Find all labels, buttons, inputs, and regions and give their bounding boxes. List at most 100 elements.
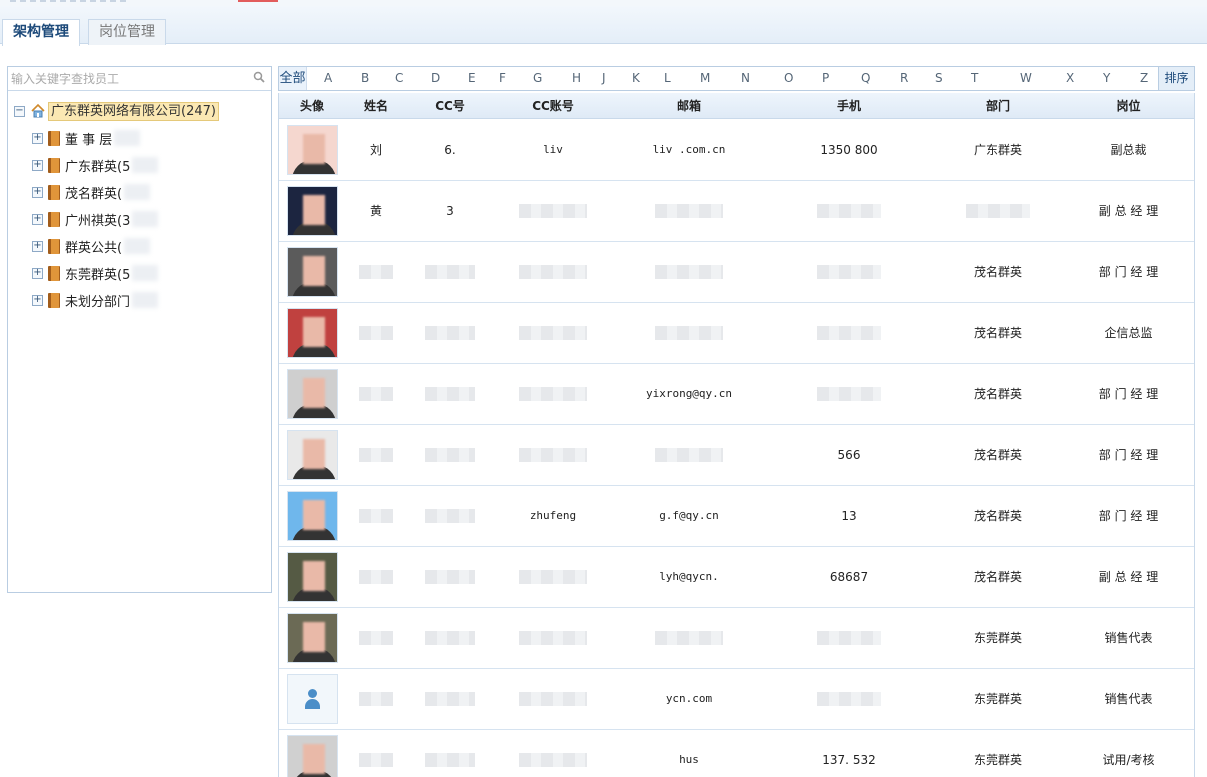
letter-m[interactable]: M [700,71,710,85]
cc-account-cell [493,181,613,241]
col-avatar[interactable]: 头像 [279,93,345,119]
search-input[interactable] [11,70,247,88]
letter-c[interactable]: C [395,71,403,85]
letter-g[interactable]: G [533,71,542,85]
table-row[interactable]: 东莞群英 销售代表 [279,608,1194,669]
phone-cell: 566 [837,448,861,462]
phone-cell: 68687 [829,570,869,584]
sort-button[interactable]: 排序 [1158,67,1194,90]
letter-x[interactable]: X [1066,71,1074,85]
letter-r[interactable]: R [900,71,908,85]
expand-icon[interactable]: + [32,186,43,198]
letter-o[interactable]: O [784,71,793,85]
letter-p[interactable]: P [822,71,829,85]
col-name[interactable]: 姓名 [345,93,407,119]
letter-t[interactable]: T [971,71,978,85]
avatar [287,369,338,419]
table-row[interactable]: ycn.com 东莞群英 销售代表 [279,669,1194,730]
letter-k[interactable]: K [632,71,640,85]
col-position[interactable]: 岗位 [1063,93,1194,119]
tree-item-dongguan[interactable]: + 东莞群英(5 [32,263,159,283]
tree-item-guangzhou[interactable]: + 广州祺英(3 [32,209,159,229]
collapse-icon[interactable]: − [14,105,25,117]
letter-s[interactable]: S [935,71,943,85]
expand-icon[interactable]: + [32,132,43,144]
filter-all[interactable]: 全部 [279,67,307,90]
tree-item-unassigned[interactable]: + 未划分部门 [32,290,159,310]
col-cc-account[interactable]: CC账号 [493,93,613,119]
alphabet-filter-bar: 全部 A B C D E F G H J K L M N O P Q R S T W X Y Z 排序 [278,66,1195,91]
tree-item-label[interactable]: 董 事 层 [65,129,112,148]
letter-d[interactable]: D [431,71,440,85]
tree-item-label[interactable]: 广州祺英(3 [65,210,130,229]
employee-table: 头像 姓名 CC号 CC账号 邮箱 手机 部门 岗位 刘 6. liv liv .co… [278,93,1195,777]
tab-structure-management[interactable]: 架构管理 [2,19,80,46]
department-cell: 茂名群英 [973,265,1022,279]
email-cell [613,608,765,668]
cc-account-cell [493,364,613,424]
tree-item-public[interactable]: + 群英公共( [32,236,151,256]
table-row[interactable]: lyh@qycn. 68687 茂名群英 副 总 经 理 [279,547,1194,608]
cc-number-cell [407,425,493,485]
redaction [132,211,159,227]
letter-l[interactable]: L [664,71,671,85]
letter-w[interactable]: W [1020,71,1032,85]
table-row[interactable]: 刘 6. liv liv .com.cn 1350 800 广东群英 副总裁 [279,120,1194,181]
tree-item-board[interactable]: + 董 事 层 [32,128,141,148]
tree-root[interactable]: − 广东群英网络有限公司(247) [14,101,219,121]
email-cell: g.f@qy.cn [659,509,719,522]
tree-item-label[interactable]: 东莞群英(5 [65,264,130,283]
letter-a[interactable]: A [324,71,332,85]
letter-q[interactable]: Q [861,71,870,85]
department-cell: 茂名群英 [973,448,1022,462]
cc-number-cell: 3 [446,204,454,218]
tree-item-label[interactable]: 广东群英(5 [65,156,130,175]
cc-number-cell: 6. [444,143,456,157]
tree-item-label[interactable]: 未划分部门 [65,291,130,310]
col-department[interactable]: 部门 [933,93,1063,119]
letter-b[interactable]: B [361,71,369,85]
expand-icon[interactable]: + [32,159,43,171]
col-email[interactable]: 邮箱 [613,93,765,119]
tree-root-label[interactable]: 广东群英网络有限公司(247) [48,101,219,121]
search-icon[interactable] [253,71,265,83]
name-cell [345,486,407,546]
table-row[interactable]: 茂名群英 部 门 经 理 [279,242,1194,303]
name-cell [345,425,407,485]
col-phone[interactable]: 手机 [765,93,933,119]
table-row[interactable]: hus 137. 532 东莞群英 试用/考核 [279,730,1194,777]
table-row[interactable]: 茂名群英 企信总监 [279,303,1194,364]
expand-icon[interactable]: + [32,294,43,306]
cc-account-cell [493,547,613,607]
department-cell: 东莞群英 [973,631,1022,645]
position-cell: 副总裁 [1110,143,1147,157]
table-row[interactable]: zhufeng g.f@qy.cn 13 茂名群英 部 门 经 理 [279,486,1194,547]
table-row[interactable]: yixrong@qy.cn 茂名群英 部 门 经 理 [279,364,1194,425]
tree-item-guangdong[interactable]: + 广东群英(5 [32,155,159,175]
expand-icon[interactable]: + [32,213,43,225]
tree-item-label[interactable]: 群英公共( [65,237,122,256]
email-cell: yixrong@qy.cn [645,387,733,400]
letter-e[interactable]: E [468,71,476,85]
phone-cell [765,608,933,668]
letter-h[interactable]: H [572,71,581,85]
expand-icon[interactable]: + [32,240,43,252]
email-cell [613,181,765,241]
letter-f[interactable]: F [499,71,506,85]
letter-y[interactable]: Y [1103,71,1110,85]
table-row[interactable]: 黄 3 副 总 经 理 [279,181,1194,242]
folder-book-icon [48,157,60,173]
department-cell: 东莞群英 [973,692,1022,706]
cc-account-cell [493,669,613,729]
letter-j[interactable]: J [602,71,606,85]
expand-icon[interactable]: + [32,267,43,279]
letter-z[interactable]: Z [1140,71,1148,85]
col-cc-number[interactable]: CC号 [407,93,493,119]
tree-item-label[interactable]: 茂名群英( [65,183,122,202]
name-cell: 刘 [369,143,382,157]
tree-item-maoming[interactable]: + 茂名群英( [32,182,151,202]
table-row[interactable]: 566 茂名群英 部 门 经 理 [279,425,1194,486]
letter-n[interactable]: N [741,71,750,85]
tab-position-management[interactable]: 岗位管理 [88,19,166,45]
name-cell [345,303,407,363]
